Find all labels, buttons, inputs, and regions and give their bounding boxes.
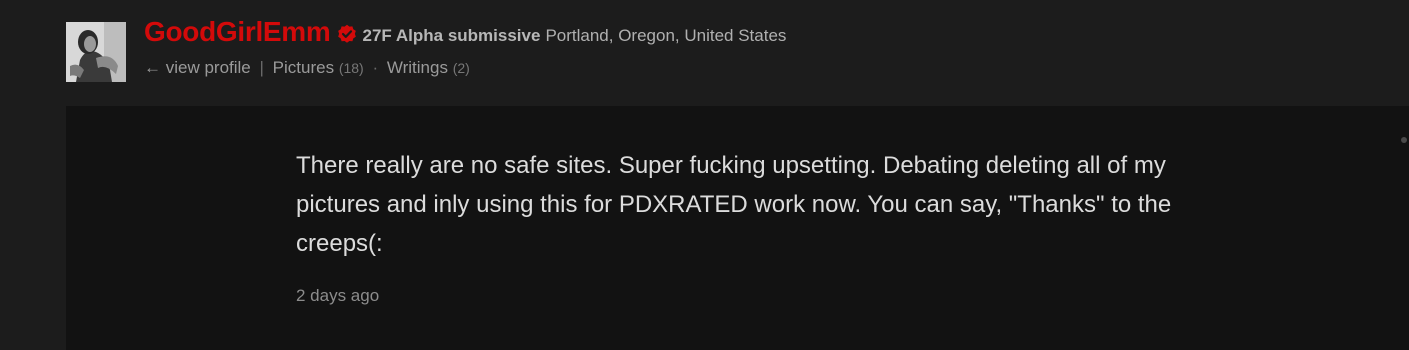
identity-label: 27F Alpha submissive <box>362 26 541 45</box>
verified-badge-icon <box>337 24 357 44</box>
pictures-link[interactable]: Pictures (18) <box>273 58 364 77</box>
pictures-link-label: Pictures <box>272 58 335 77</box>
writings-count: (2) <box>452 60 470 76</box>
writings-link-label: Writings <box>386 58 448 77</box>
separator: | <box>259 58 264 77</box>
profile-header: GoodGirlEmm 27F Alpha submissive Portlan… <box>144 16 1409 78</box>
profile-title-row: GoodGirlEmm 27F Alpha submissive Portlan… <box>144 16 1409 56</box>
view-profile-link[interactable]: ← view profile <box>144 58 251 77</box>
writings-link[interactable]: Writings (2) <box>387 58 470 77</box>
post-timestamp: 2 days ago <box>296 286 380 305</box>
writing-post: There really are no safe sites. Super fu… <box>66 106 1409 350</box>
separator: · <box>372 58 379 77</box>
location-label: Portland, Oregon, United States <box>545 26 787 45</box>
post-text: There really are no safe sites. Super fu… <box>296 152 1172 257</box>
scroll-indicator-dot <box>1401 137 1407 143</box>
username[interactable]: GoodGirlEmm <box>144 16 331 48</box>
avatar[interactable] <box>66 22 126 82</box>
profile-links: ← view profile | Pictures (18) · Writing… <box>144 58 1409 78</box>
pictures-count: (18) <box>338 60 364 76</box>
page: GoodGirlEmm 27F Alpha submissive Portlan… <box>0 0 1409 350</box>
